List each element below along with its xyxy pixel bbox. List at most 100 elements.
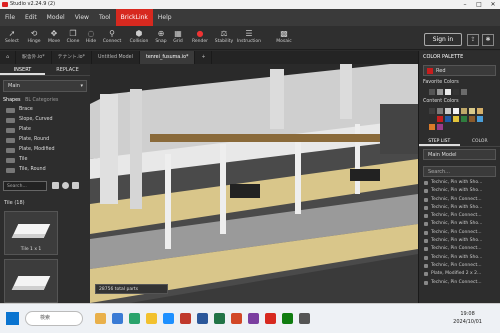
color-swatch[interactable] <box>453 116 459 122</box>
menu-view[interactable]: View <box>70 14 94 21</box>
tab-doc-3[interactable]: Untitled Model <box>92 51 140 64</box>
palette-select[interactable]: Main <box>3 80 87 92</box>
taskbar-search-input[interactable]: 検索 <box>25 311 83 326</box>
clone-tool-button[interactable]: ❐ Clone <box>63 29 83 49</box>
collision-toggle[interactable]: ⬢ Collision <box>127 29 151 49</box>
home-icon[interactable]: ⌂ <box>0 51 17 64</box>
menu-help[interactable]: Help <box>153 14 177 21</box>
mosaic-button[interactable]: ▩ Mosaic <box>274 29 294 49</box>
powerpoint-icon[interactable] <box>231 313 242 324</box>
add-tab-button[interactable]: + <box>195 51 213 64</box>
category-item[interactable]: Tile <box>0 155 90 165</box>
color-swatch[interactable] <box>429 116 435 122</box>
menu-file[interactable]: File <box>0 14 20 21</box>
color-swatch[interactable] <box>437 116 443 122</box>
hide-tool-button[interactable]: ◌ Hide <box>81 29 101 49</box>
color-swatch[interactable] <box>445 108 451 114</box>
app-icon[interactable] <box>299 313 310 324</box>
list-item[interactable]: Technic, Pin with Sho... <box>419 220 500 228</box>
instruction-button[interactable]: ☰ Instruction <box>236 29 262 49</box>
word-icon[interactable] <box>197 313 208 324</box>
color-swatch[interactable] <box>461 116 467 122</box>
color-swatch[interactable] <box>429 108 435 114</box>
color-select[interactable]: Red <box>423 65 496 76</box>
menu-edit[interactable]: Edit <box>20 14 42 21</box>
category-item[interactable]: Tile, Round <box>0 165 90 175</box>
tab-doc-1[interactable]: 駅舎外.io* <box>16 51 52 64</box>
color-swatch[interactable] <box>453 108 459 114</box>
color-swatch[interactable] <box>429 124 435 130</box>
folder-icon[interactable] <box>146 313 157 324</box>
taskbar-clock[interactable]: 19:08 2024/10/01 <box>453 310 482 326</box>
color-swatch[interactable] <box>437 89 443 95</box>
stability-button[interactable]: ⚖ Stability <box>213 29 235 49</box>
app-icon[interactable] <box>95 313 106 324</box>
category-item[interactable]: Brace <box>0 105 90 115</box>
connect-tool-button[interactable]: ⚲ Connect <box>100 29 124 49</box>
color-swatch[interactable] <box>445 89 451 95</box>
tab-doc-2[interactable]: テナント.io* <box>52 51 93 64</box>
list-item[interactable]: Technic, Pin Connect... <box>419 196 500 204</box>
color-swatch[interactable] <box>445 116 451 122</box>
menu-model[interactable]: Model <box>42 14 70 21</box>
color-swatch[interactable] <box>477 108 483 114</box>
tab-replace[interactable]: REPLACE <box>45 64 90 75</box>
xbox-icon[interactable] <box>282 313 293 324</box>
list-item[interactable]: Technic, Pin with Sho... <box>419 254 500 262</box>
filter-icon[interactable] <box>62 182 69 189</box>
select-tool-button[interactable]: ➚ Select <box>2 29 22 49</box>
color-swatch[interactable] <box>469 108 475 114</box>
part-tile-2[interactable] <box>4 259 58 303</box>
color-swatch[interactable] <box>469 116 475 122</box>
browser-icon[interactable] <box>163 313 174 324</box>
category-item[interactable]: Slope, Curved <box>0 115 90 125</box>
studio-taskbar-icon[interactable] <box>265 313 276 324</box>
grid-view-icon[interactable] <box>52 182 59 189</box>
hinge-tool-button[interactable]: ⟲ Hinge <box>24 29 44 49</box>
list-item[interactable]: Technic, Pin with Sho... <box>419 204 500 212</box>
color-swatch[interactable] <box>477 116 483 122</box>
maximize-button[interactable]: □ <box>472 0 486 9</box>
settings-icon[interactable]: ✱ <box>482 34 494 46</box>
part-tile-1x1[interactable]: Tile 1 x 1 <box>4 211 58 255</box>
app-icon[interactable] <box>248 313 259 324</box>
list-item[interactable]: Technic, Pin Connect... <box>419 245 500 253</box>
color-swatch[interactable] <box>461 108 467 114</box>
list-item[interactable]: Technic, Pin Connect... <box>419 262 500 270</box>
render-button[interactable]: ● Render <box>190 29 210 49</box>
color-swatch[interactable] <box>437 108 443 114</box>
menu-bricklink[interactable]: BrickLink <box>115 9 153 26</box>
list-view-icon[interactable] <box>72 182 79 189</box>
sign-in-button[interactable]: Sign in <box>424 33 462 46</box>
color-swatch[interactable] <box>437 124 443 130</box>
part-search-input[interactable]: Search... <box>3 181 47 191</box>
windows-start-icon[interactable] <box>6 312 19 325</box>
grid-button[interactable]: ▦ Grid <box>168 29 188 49</box>
tab-insert[interactable]: INSERT <box>0 64 45 75</box>
app-icon[interactable] <box>180 313 191 324</box>
list-item[interactable]: Technic, Pin with Sho... <box>419 187 500 195</box>
step-search-input[interactable]: Search... <box>423 166 496 177</box>
tab-step-list[interactable]: STEP LIST <box>419 136 460 146</box>
tab-doc-4[interactable]: tenrei_fusuma.io* <box>139 51 196 64</box>
3d-viewport[interactable] <box>90 64 418 303</box>
close-button[interactable]: ✕ <box>486 0 500 9</box>
move-tool-button[interactable]: ✥ Move <box>44 29 64 49</box>
color-swatch[interactable] <box>453 89 459 95</box>
list-item[interactable]: Technic, Pin Connect... <box>419 279 500 287</box>
app-icon[interactable] <box>112 313 123 324</box>
list-item[interactable]: Technic, Pin Connect... <box>419 229 500 237</box>
list-item[interactable]: Plate, Modified 2 x 2... <box>419 270 500 278</box>
tab-color-validator[interactable]: COLOR VALIDATOR <box>460 136 500 155</box>
color-swatch[interactable] <box>429 89 435 95</box>
list-item[interactable]: Technic, Pin with Sho... <box>419 179 500 187</box>
list-item[interactable]: Technic, Pin with Sho... <box>419 237 500 245</box>
excel-icon[interactable] <box>214 313 225 324</box>
app-icon[interactable] <box>129 313 140 324</box>
category-item[interactable]: Plate, Modified <box>0 145 90 155</box>
category-item[interactable]: Plate <box>0 125 90 135</box>
share-icon[interactable]: ⇪ <box>467 34 479 46</box>
minimize-button[interactable]: – <box>458 0 472 9</box>
bl-categories-label[interactable]: BL Categories <box>25 98 58 103</box>
category-item[interactable]: Plate, Round <box>0 135 90 145</box>
